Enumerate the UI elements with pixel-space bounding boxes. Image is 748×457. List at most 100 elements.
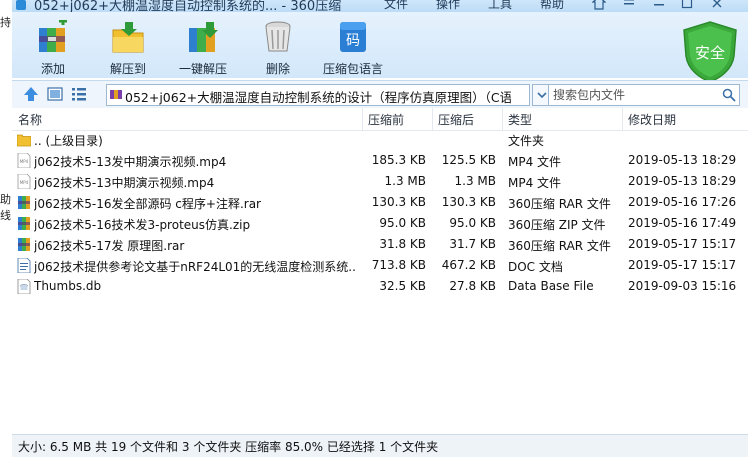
file-size: 713.8 KB [371,258,426,272]
search-box [548,84,740,106]
archive-language-button-label: 压缩包语言 [322,62,383,76]
security-badge-text: 安全 [695,44,725,62]
up-arrow-icon[interactable] [22,85,40,103]
add-button-label: 添加 [40,62,65,76]
archive-language-button[interactable]: 码 压缩包语言 [318,20,388,78]
file-size: 31.8 KB [379,237,426,251]
menu-help[interactable]: 帮助 [540,0,564,12]
svg-text:码: 码 [346,33,360,49]
one-click-extract-button[interactable]: 一键解压 [174,20,232,78]
file-name: j062技术提供参考论文基于nRF24L01的无线温度检测系统... [34,260,356,274]
file-size: 185.3 KB [371,153,426,167]
delete-button-label: 删除 [265,62,290,76]
file-name: j062技术5-17发 原理图.rar [34,239,185,253]
mp4-file-icon: MP4 [17,153,31,168]
file-date: 2019-05-13 18:29 [628,153,737,167]
status-bar: 大小: 6.5 MB 共 19 个文件和 3 个文件夹 压缩率 85.0% 已经… [12,434,748,457]
extract-to-button-label: 解压到 [109,62,146,76]
column-header-type[interactable]: 类型 [508,111,532,128]
menu-tools[interactable]: 工具 [488,0,512,12]
file-type: 360压缩 ZIP 文件 [508,218,606,232]
svg-text:MP4: MP4 [20,180,29,185]
toolbar: 添加 解压到 一键解压 删除 码 压缩包语言 安全 [12,12,748,83]
file-date: 2019-05-16 17:49 [628,216,737,230]
app-icon [16,0,26,10]
column-header-size[interactable]: 压缩前 [368,111,404,128]
file-name: j062技术5-16技术发3-proteus仿真.zip [34,218,251,232]
table-row[interactable]: MP4 j062技术5-13中期演示视频.mp4 1.3 MB 1.3 MB M… [12,171,748,192]
file-packed-size: 1.3 MB [454,174,496,188]
title-bar: 052+j062+大棚温湿度自动控制系统的... - 360压缩 文件 操作 工… [12,0,748,12]
file-type: 360压缩 RAR 文件 [508,239,611,253]
file-size: 95.0 KB [379,216,426,230]
window-title: 052+j062+大棚温湿度自动控制系统的... - 360压缩 [34,0,342,12]
thumbnail-view-icon[interactable] [46,85,64,103]
file-type: 文件夹 [508,134,545,148]
file-type: MP4 文件 [508,155,562,169]
extract-to-icon [112,22,144,53]
file-packed-size: 130.3 KB [441,195,496,209]
extract-to-button[interactable]: 解压到 [104,20,152,78]
archive-window: 052+j062+大棚温湿度自动控制系统的... - 360压缩 文件 操作 工… [12,0,748,457]
file-size: 1.3 MB [384,174,426,188]
mp4-file-icon: MP4 [17,174,31,189]
file-packed-size: 31.7 KB [449,237,496,251]
column-header-row: 名称 压缩前 压缩后 类型 修改日期 [12,108,748,131]
table-row[interactable]: j062技术提供参考论文基于nRF24L01的无线温度检测系统... 713.8… [12,255,748,276]
table-row[interactable]: j062技术5-17发 原理图.rar 31.8 KB 31.7 KB 360压… [12,234,748,255]
file-name: j062技术5-13中期演示视频.mp4 [34,176,215,190]
file-date: 2019-09-03 15:16 [628,279,737,293]
folder-icon [17,134,31,147]
table-row[interactable]: .. (上级目录) 文件夹 [12,129,748,150]
path-text: 052+j062+大棚温湿度自动控制系统的设计（程序仿真原理图）（C语言V [125,90,511,105]
table-row[interactable]: j062技术5-16技术发3-proteus仿真.zip 95.0 KB 95.… [12,213,748,234]
background-text-fragment: 助线 [0,193,11,222]
add-archive-icon [39,20,67,52]
file-type: Data Base File [508,279,594,293]
table-row[interactable]: MP4 j062技术5-13发中期演示视频.mp4 185.3 KB 125.5… [12,150,748,171]
minimize-icon[interactable] [652,0,666,10]
search-icon[interactable] [722,88,736,102]
db-file-icon [17,279,31,294]
svg-text:MP4: MP4 [20,159,29,164]
close-icon[interactable] [710,0,724,10]
menu-file[interactable]: 文件 [384,0,408,12]
file-packed-size: 95.0 KB [449,216,496,230]
column-header-date[interactable]: 修改日期 [628,111,676,128]
menu-operate[interactable]: 操作 [436,0,460,12]
file-type: 360压缩 RAR 文件 [508,197,611,211]
column-header-name[interactable]: 名称 [18,111,42,128]
table-row[interactable]: Thumbs.db 32.5 KB 27.8 KB Data Base File… [12,276,748,297]
table-row[interactable]: j062技术5-16发全部源码 c程序+注释.rar 130.3 KB 130.… [12,192,748,213]
list-view-icon[interactable] [70,85,88,103]
address-bar: 052+j062+大棚温湿度自动控制系统的设计（程序仿真原理图）（C语言V [12,80,748,109]
file-type: MP4 文件 [508,176,562,190]
file-size: 32.5 KB [379,279,426,293]
file-packed-size: 27.8 KB [449,279,496,293]
trash-icon [265,21,291,52]
file-name: .. (上级目录) [34,134,103,148]
one-click-extract-button-label: 一键解压 [178,62,227,76]
file-date: 2019-05-16 17:26 [628,195,737,209]
menu-icon[interactable] [622,0,636,10]
archive-language-icon: 码 [340,22,366,52]
file-size: 130.3 KB [371,195,426,209]
delete-button[interactable]: 删除 [258,20,298,78]
background-text-fragment: 持 [0,16,11,29]
file-name: j062技术5-16发全部源码 c程序+注释.rar [34,197,261,211]
search-input[interactable] [553,87,713,103]
file-name: j062技术5-13发中期演示视频.mp4 [34,155,227,169]
file-name: Thumbs.db [34,279,102,293]
security-shield-icon[interactable]: 安全 [680,20,740,84]
skin-icon[interactable] [592,0,606,10]
add-button[interactable]: 添加 [26,20,80,78]
doc-file-icon [17,258,31,273]
file-date: 2019-05-17 15:17 [628,258,737,272]
file-date: 2019-05-13 18:29 [628,174,737,188]
path-field[interactable]: 052+j062+大棚温湿度自动控制系统的设计（程序仿真原理图）（C语言V [106,84,530,106]
maximize-icon[interactable] [680,0,694,10]
one-click-extract-icon [189,22,218,52]
file-list: 名称 压缩前 压缩后 类型 修改日期 .. (上级目录) 文件夹 MP4 j06… [12,108,748,434]
file-type: DOC 文档 [508,260,563,274]
column-header-packed[interactable]: 压缩后 [438,111,474,128]
